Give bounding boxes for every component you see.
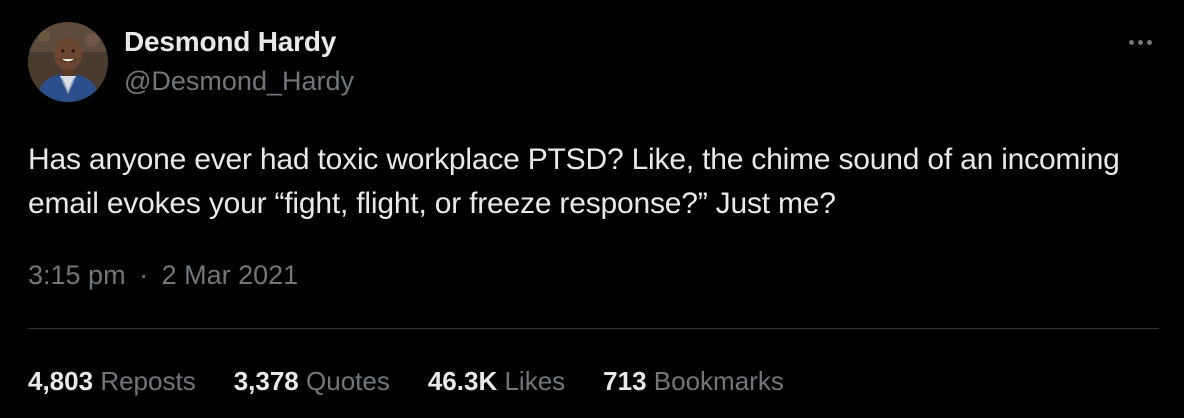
- reposts-stat[interactable]: 4,803 Reposts: [28, 366, 196, 397]
- more-options-button[interactable]: [1120, 30, 1160, 54]
- bookmarks-count: 713: [603, 366, 647, 396]
- reposts-label: Reposts: [100, 366, 196, 396]
- timestamp-separator: ·: [139, 260, 149, 290]
- likes-label: Likes: [504, 366, 566, 396]
- quotes-label: Quotes: [306, 366, 390, 396]
- engagement-stats: 4,803 Reposts 3,378 Quotes 46.3K Likes 7…: [28, 366, 784, 397]
- tweet-card: Desmond Hardy @Desmond_Hardy Has anyone …: [0, 0, 1184, 418]
- avatar[interactable]: [28, 22, 108, 102]
- likes-count: 46.3K: [427, 366, 498, 396]
- more-horizontal-icon-dot: [1146, 39, 1152, 45]
- reposts-count: 4,803: [28, 366, 94, 396]
- bookmarks-stat[interactable]: 713 Bookmarks: [603, 366, 784, 397]
- tweet-time-link[interactable]: 3:15 pm: [28, 260, 126, 290]
- author-display-name[interactable]: Desmond Hardy: [124, 26, 336, 58]
- divider: [28, 328, 1159, 329]
- bookmarks-label: Bookmarks: [653, 366, 784, 396]
- tweet-text: Has anyone ever had toxic workplace PTSD…: [28, 143, 1120, 220]
- tweet-date-link[interactable]: 2 Mar 2021: [162, 260, 299, 290]
- profile-photo-icon: [28, 22, 108, 102]
- more-horizontal-icon-dot: [1137, 39, 1143, 45]
- author-handle[interactable]: @Desmond_Hardy: [124, 66, 354, 97]
- quotes-count: 3,378: [233, 366, 299, 396]
- tweet-timestamp: 3:15 pm · 2 Mar 2021: [28, 260, 298, 291]
- more-horizontal-icon: [1128, 39, 1134, 45]
- quotes-stat[interactable]: 3,378 Quotes: [234, 366, 390, 397]
- likes-stat[interactable]: 46.3K Likes: [428, 366, 565, 397]
